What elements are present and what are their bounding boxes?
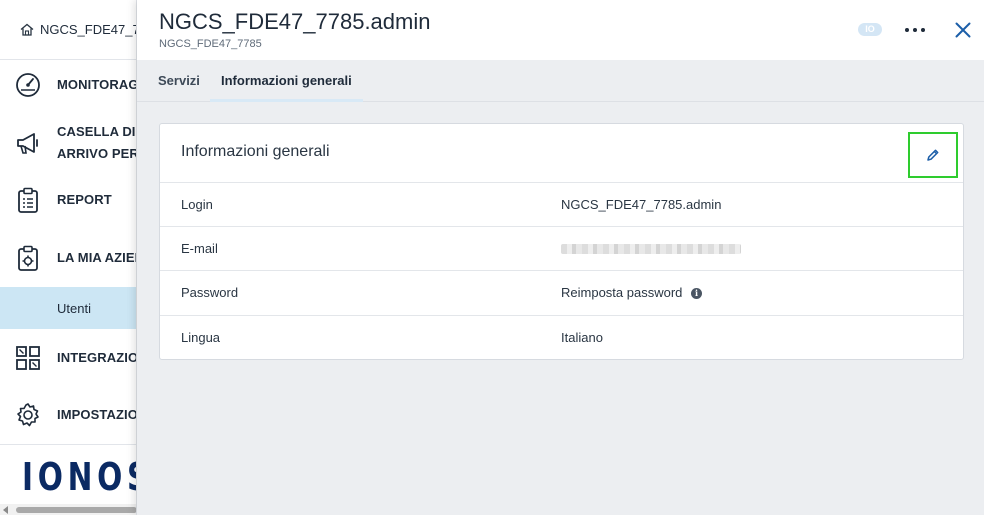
row-value: NGCS_FDE47_7785.admin [561,197,722,212]
sidebar: NGCS_FDE47_7785.admin MONITORAGGIO CASEL… [0,0,137,515]
row-key: Lingua [181,330,221,345]
info-icon[interactable]: i [691,288,702,299]
settings-gear-icon [14,401,42,429]
nav-item-report[interactable]: REPORT [0,180,136,220]
more-options-button[interactable] [901,16,929,44]
nav-sublabel: Utenti [57,300,91,316]
panel-header: NGCS_FDE47_7785.admin NGCS_FDE47_7785 IO [137,0,984,60]
home-icon [20,23,34,36]
scroll-thumb[interactable] [16,507,136,513]
clipboard-list-icon [14,186,42,214]
nav-label: CASELLA DI POSTA IN [57,124,136,139]
sidebar-scrollbar[interactable] [0,504,136,515]
card-title: Informazioni generali [181,143,330,160]
nav-label: IMPOSTAZIONI [57,407,137,422]
pencil-icon [927,149,939,161]
reset-password-link[interactable]: Reimposta password [561,271,682,315]
grid-icon [14,344,42,372]
page-title: NGCS_FDE47_7785.admin [159,9,431,34]
nav-item-casella[interactable]: CASELLA DI POSTA IN ARRIVO PERSONALE [0,120,136,166]
nav-label-line2: ARRIVO PERSONALE [57,146,136,161]
nav-label: MONITORAGGIO [57,77,137,92]
more-dots-icon [905,28,925,32]
info-row-login: Login NGCS_FDE47_7785.admin [160,182,963,226]
nav-item-impostazioni[interactable]: IMPOSTAZIONI [0,395,137,435]
row-key: Login [181,197,213,212]
scroll-left-arrow-icon[interactable] [3,506,8,514]
info-row-password: Password Reimposta password i [160,270,963,314]
tenant-name: NGCS_FDE47_7785.admin [40,22,136,37]
tab-servizi[interactable]: Servizi [158,60,200,101]
row-key: Password [181,285,239,300]
nav-item-monitoraggio[interactable]: MONITORAGGIO [0,64,137,106]
email-value-redacted [561,244,741,254]
brand-logo: IONOS [0,444,136,504]
megaphone-icon [14,129,42,157]
nav-subitem-utenti[interactable]: Utenti [0,287,136,329]
nav-item-integrazioni[interactable]: INTEGRAZIONI [0,338,136,378]
gauge-icon [14,71,42,99]
info-row-email: E-mail [160,226,963,270]
avatar-badge: IO [858,23,882,36]
nav-label: LA MIA AZIENDA [57,250,136,265]
nav-item-azienda[interactable]: LA MIA AZIENDA [0,238,136,278]
nav-label: REPORT [57,192,112,207]
tab-informazioni-generali[interactable]: Informazioni generali [210,60,363,102]
row-value: Italiano [561,330,603,345]
edit-button[interactable] [908,132,958,178]
general-info-card: Informazioni generali Login NGCS_FDE47_7… [159,123,964,360]
close-icon [955,22,971,38]
row-key: E-mail [181,241,218,256]
close-button[interactable] [949,16,977,44]
tab-bar: Servizi Informazioni generali [137,60,984,102]
page-subtitle: NGCS_FDE47_7785 [159,38,262,50]
user-detail-panel: NGCS_FDE47_7785.admin NGCS_FDE47_7785 IO… [137,0,984,515]
clipboard-gear-icon [14,244,42,272]
info-row-lingua: Lingua Italiano [160,315,963,359]
brand-wordmark: IONOS [22,455,136,499]
nav-label: INTEGRAZIONI [57,350,136,365]
tenant-selector[interactable]: NGCS_FDE47_7785.admin [0,0,136,60]
